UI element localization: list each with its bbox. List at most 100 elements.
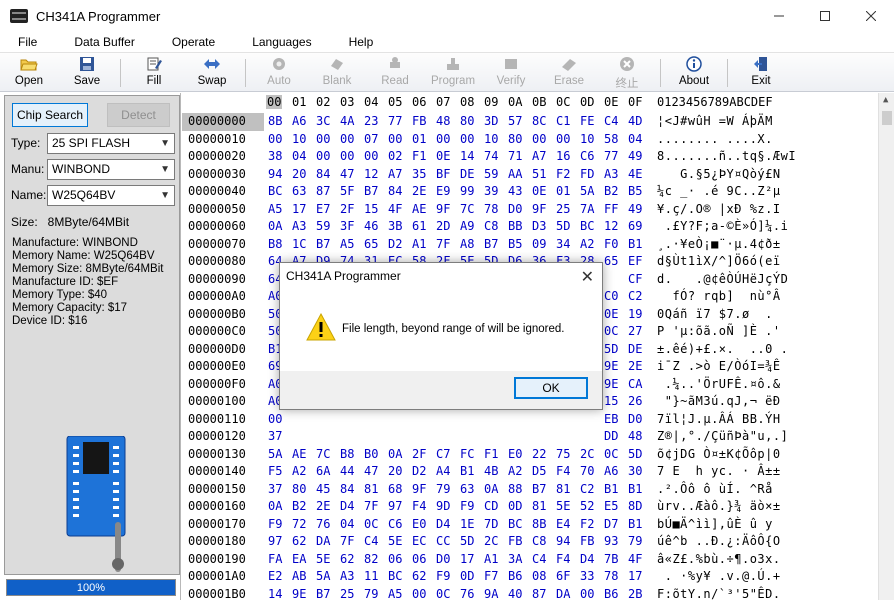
exit-button[interactable]: Exit (732, 53, 790, 93)
hex-byte[interactable]: 10 (292, 131, 306, 149)
erase-button[interactable]: Erase (540, 53, 598, 93)
hex-byte[interactable]: 77 (388, 113, 402, 131)
hex-byte[interactable]: 17 (292, 201, 306, 219)
hex-byte[interactable]: 06 (388, 551, 402, 569)
hex-byte[interactable]: 17 (460, 551, 474, 569)
hex-byte[interactable]: E2 (268, 568, 282, 586)
hex-byte[interactable]: E4 (556, 516, 570, 534)
hex-byte[interactable]: C2 (580, 481, 594, 499)
hex-byte[interactable]: 20 (292, 166, 306, 184)
hex-byte[interactable]: 2C (580, 446, 594, 464)
hex-byte[interactable]: 30 (628, 463, 642, 481)
hex-byte[interactable]: 62 (340, 551, 354, 569)
hex-byte[interactable]: 94 (268, 166, 282, 184)
hex-byte[interactable]: 16 (556, 148, 570, 166)
hex-byte[interactable]: 3B (388, 218, 402, 236)
hex-byte[interactable]: A4 (436, 463, 450, 481)
hex-byte[interactable]: 1E (460, 516, 474, 534)
hex-byte[interactable]: 23 (364, 113, 378, 131)
ascii-row[interactable]: 7 E h yc. · Â±± (657, 463, 781, 481)
hex-byte[interactable]: 79 (436, 481, 450, 499)
ascii-row[interactable]: ........ ....X. (657, 131, 773, 149)
hex-byte[interactable]: 06 (412, 551, 426, 569)
hex-byte[interactable]: FF (604, 201, 618, 219)
hex-byte[interactable]: 0A (268, 498, 282, 516)
ascii-row[interactable]: 8.......ñ..tq§.ÆwI (657, 148, 796, 166)
hex-byte[interactable]: 9F (412, 481, 426, 499)
hex-byte[interactable]: 0A (268, 218, 282, 236)
hex-byte[interactable]: 65 (364, 236, 378, 254)
hex-byte[interactable]: 2F (340, 201, 354, 219)
hex-byte[interactable]: 00 (340, 148, 354, 166)
hex-byte[interactable]: 62 (292, 533, 306, 551)
hex-byte[interactable]: 07 (364, 131, 378, 149)
hex-byte[interactable]: 72 (292, 516, 306, 534)
hex-byte[interactable]: 26 (628, 393, 642, 411)
hex-byte[interactable]: 2F (412, 446, 426, 464)
save-button[interactable]: Save (58, 53, 116, 93)
hex-byte[interactable]: F1 (484, 446, 498, 464)
hex-byte[interactable]: 75 (556, 446, 570, 464)
hex-byte[interactable]: EF (628, 253, 642, 271)
hex-byte[interactable]: 00 (532, 131, 546, 149)
hex-byte[interactable]: AA (508, 166, 522, 184)
hex-byte[interactable]: 0A (388, 446, 402, 464)
hex-byte[interactable]: DE (628, 341, 642, 359)
ascii-row[interactable]: .£Y?F;a-©È»Ó]¼.i (657, 218, 788, 236)
ascii-row[interactable]: úê^b ..Ð.¿:ÄôÔ{O (657, 533, 781, 551)
hex-byte[interactable]: 9A (484, 586, 498, 600)
hex-byte[interactable]: 6F (556, 568, 570, 586)
hex-byte[interactable]: F9 (460, 498, 474, 516)
hex-byte[interactable]: A3 (292, 218, 306, 236)
hex-byte[interactable]: 9E (604, 358, 618, 376)
hex-byte[interactable]: 87 (316, 183, 330, 201)
hex-byte[interactable]: D4 (340, 498, 354, 516)
hex-byte[interactable]: 8B (532, 516, 546, 534)
hex-byte[interactable]: FB (508, 533, 522, 551)
hex-byte[interactable]: D4 (436, 516, 450, 534)
hex-byte[interactable]: 6A (316, 463, 330, 481)
hex-byte[interactable]: 00 (556, 131, 570, 149)
hex-byte[interactable]: B5 (628, 183, 642, 201)
hex-byte[interactable]: CC (436, 533, 450, 551)
hex-byte[interactable]: 62 (412, 568, 426, 586)
hex-byte[interactable]: 33 (580, 568, 594, 586)
verify-button[interactable]: Verify (482, 53, 540, 93)
hex-byte[interactable]: 14 (268, 586, 282, 600)
hex-byte[interactable]: 35 (412, 166, 426, 184)
open-button[interactable]: Open (0, 53, 58, 93)
hex-byte[interactable]: 45 (316, 481, 330, 499)
hex-byte[interactable]: 01 (556, 183, 570, 201)
hex-byte[interactable]: FC (460, 446, 474, 464)
hex-byte[interactable]: B2 (604, 183, 618, 201)
hex-byte[interactable]: 12 (364, 166, 378, 184)
hex-byte[interactable]: 08 (532, 568, 546, 586)
ascii-row[interactable]: 7ïl¦J.µ.ÂÁ BB.ÝH (657, 411, 781, 429)
hex-byte[interactable]: A2 (508, 463, 522, 481)
hex-byte[interactable]: 81 (364, 481, 378, 499)
hex-byte[interactable]: 65 (604, 253, 618, 271)
hex-byte[interactable]: 0C (604, 446, 618, 464)
hex-byte[interactable]: 1C (292, 236, 306, 254)
hex-byte[interactable]: A9 (460, 218, 474, 236)
hex-byte[interactable]: B1 (460, 463, 474, 481)
ascii-row[interactable]: d. .@¢êÒÚHëJçÝD (657, 271, 788, 289)
hex-byte[interactable]: 0C (364, 516, 378, 534)
hex-byte[interactable]: 00 (340, 131, 354, 149)
scroll-thumb[interactable] (882, 111, 892, 125)
type-select[interactable]: 25 SPI FLASH ▼ (47, 133, 175, 154)
hex-byte[interactable]: CA (628, 376, 642, 394)
hex-byte[interactable]: EB (604, 411, 618, 429)
hex-byte[interactable]: BC (508, 516, 522, 534)
hex-byte[interactable]: 81 (532, 498, 546, 516)
scroll-up-icon[interactable]: ▲ (883, 95, 888, 105)
hex-byte[interactable]: 00 (460, 131, 474, 149)
hex-byte[interactable]: AB (292, 568, 306, 586)
hex-byte[interactable]: E0 (412, 516, 426, 534)
hex-byte[interactable]: 8D (628, 498, 642, 516)
hex-byte[interactable]: E7 (316, 201, 330, 219)
hex-byte[interactable]: 38 (268, 148, 282, 166)
hex-byte[interactable]: 00 (436, 131, 450, 149)
hex-byte[interactable]: BC (580, 218, 594, 236)
hex-byte[interactable]: F9 (436, 568, 450, 586)
